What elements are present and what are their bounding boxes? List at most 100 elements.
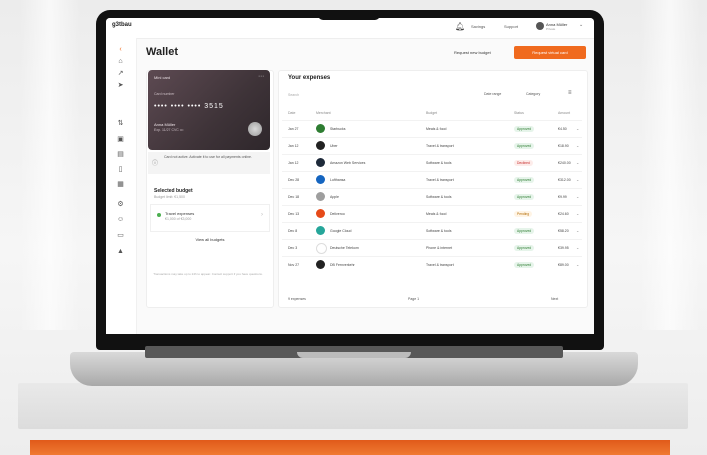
nav-link-support[interactable]: Support	[504, 24, 518, 29]
status-badge: Approved	[514, 228, 535, 234]
view-all-budgets-link[interactable]: View all budgets	[170, 237, 250, 242]
chevron-down-icon[interactable]: ⌄	[576, 211, 579, 216]
budget-section-subtitle: Budget limit: €1,500	[154, 195, 185, 199]
avatar[interactable]	[536, 22, 544, 30]
chevron-down-icon[interactable]: ⌄	[576, 262, 579, 267]
pedestal-accent-strip	[30, 440, 670, 455]
merchant-logo-icon	[316, 124, 325, 133]
merchant-logo-icon	[316, 260, 325, 269]
chevron-down-icon[interactable]: ⌄	[579, 22, 583, 28]
send-icon[interactable]: ➤	[117, 82, 124, 89]
row-budget: Travel & transport	[426, 144, 454, 148]
status-badge: Approved	[514, 245, 535, 251]
settings-icon[interactable]: ⚙	[117, 201, 124, 208]
status-badge: Pending	[514, 211, 533, 217]
bell-icon[interactable]: 🔔︎	[455, 22, 465, 31]
bank-icon[interactable]: ▲	[117, 248, 124, 255]
row-amount: €18.90	[558, 144, 569, 148]
arrows-icon[interactable]: ⇅	[117, 120, 124, 127]
budget-section-title: Selected budget	[154, 188, 193, 194]
chevron-down-icon[interactable]: ⌄	[576, 177, 579, 182]
budget-status-dot	[157, 213, 161, 217]
category-filter[interactable]: Category	[526, 92, 540, 96]
card-number-label: Card number	[154, 92, 175, 96]
column-header-date[interactable]: Date	[288, 111, 295, 115]
chevron-down-icon[interactable]: ⌄	[576, 245, 579, 250]
row-amount: €89.00	[558, 263, 569, 267]
chevron-down-icon[interactable]: ⌄	[576, 228, 579, 233]
filter-icon[interactable]: ≡	[568, 90, 572, 96]
table-row[interactable]: Dec 13 Deliveroo Meals & food Pending €24.60…	[282, 205, 582, 223]
card-info-text: Card not active. Activate it to use for …	[164, 155, 252, 159]
table-row[interactable]: Jan 27 Starbucks Meals & food Approved €4.50…	[282, 120, 582, 138]
row-amount: €9.99	[558, 195, 567, 199]
row-merchant: Lufthansa	[330, 178, 346, 182]
app-logo[interactable]: g3tbau	[112, 22, 132, 28]
merchant-logo-icon	[316, 175, 325, 184]
column-header-status[interactable]: Status	[514, 111, 524, 115]
footer-note: Transactions may take up to 24h to appea…	[153, 272, 263, 276]
document-icon[interactable]: ▯	[117, 166, 124, 173]
card-number: •••• •••• •••• 3515	[154, 103, 224, 110]
chevron-right-icon: ›	[261, 212, 263, 218]
row-amount: €24.60	[558, 212, 569, 216]
camera-notch	[318, 10, 380, 20]
budget-item[interactable]: Travel expenses €1,000 of €3,000 ›	[150, 204, 270, 232]
card-icon[interactable]: ▤	[117, 151, 124, 158]
user-account-type: Private	[546, 27, 556, 31]
search-input[interactable]: Search	[288, 91, 328, 99]
chevron-down-icon[interactable]: ⌄	[576, 194, 579, 199]
wallet-icon[interactable]: ▣	[117, 136, 124, 143]
row-date: Dec 13	[288, 212, 300, 216]
home-icon[interactable]: ⌂	[117, 58, 124, 65]
status-badge: Approved	[514, 194, 535, 200]
pedestal	[18, 383, 688, 429]
pagination[interactable]: Page 1	[408, 297, 419, 301]
row-merchant: Apple	[330, 195, 339, 199]
more-icon[interactable]: ⋯	[258, 73, 264, 80]
chart-icon[interactable]: ↗	[117, 70, 124, 77]
request-budget-button[interactable]: Request new budget	[450, 48, 495, 58]
merchant-logo-icon	[316, 226, 325, 235]
sidebar-collapse-icon[interactable]: ‹	[117, 46, 124, 53]
row-budget: Travel & transport	[426, 178, 454, 182]
background-slat	[20, 0, 80, 330]
request-card-button[interactable]: Request virtual card	[514, 46, 586, 59]
row-budget: Meals & food	[426, 127, 447, 131]
row-merchant: Deutsche Telekom	[330, 246, 359, 250]
column-header-amount[interactable]: Amount	[558, 111, 570, 115]
next-page-button[interactable]: Next	[551, 297, 558, 301]
status-badge: Approved	[514, 177, 535, 183]
table-row[interactable]: Dec 28 Lufthansa Travel & transport Approve…	[282, 171, 582, 189]
table-row[interactable]: Jan 12 Uber Travel & transport Approved €18.…	[282, 137, 582, 155]
budget-item-amount: €1,000 of €3,000	[165, 217, 192, 221]
chevron-down-icon[interactable]: ⌄	[576, 160, 579, 165]
row-budget: Software & tools	[426, 195, 452, 199]
table-row[interactable]: Jan 12 Amazon Web Services Software & tool…	[282, 154, 582, 172]
merchant-logo-icon	[316, 158, 325, 167]
table-row[interactable]: Nov 27 DB Fernverkehr Travel & transport Ap…	[282, 256, 582, 274]
card-info-box: ⓘ Card not active. Activate it to use fo…	[148, 152, 270, 174]
table-row[interactable]: Dec 3 Deutsche Telekom Phone & internet App…	[282, 239, 582, 257]
page-title: Wallet	[146, 46, 178, 58]
merchant-logo-icon	[316, 243, 327, 254]
column-header-budget[interactable]: Budget	[426, 111, 437, 115]
card-label: Mini card	[154, 75, 171, 80]
chevron-down-icon[interactable]: ⌄	[576, 143, 579, 148]
calendar-icon[interactable]: ▦	[117, 181, 124, 188]
table-row[interactable]: Dec 8 Google Cloud Software & tools Approve…	[282, 222, 582, 240]
row-merchant: Deliveroo	[330, 212, 345, 216]
row-date: Jan 12	[288, 161, 299, 165]
row-amount: €312.00	[558, 178, 571, 182]
date-range-filter[interactable]: Date range	[484, 92, 501, 96]
column-header-merchant[interactable]: Merchant	[316, 111, 331, 115]
inbox-icon[interactable]: ▭	[117, 232, 124, 239]
info-icon: ⓘ	[152, 161, 159, 167]
table-row[interactable]: Dec 18 Apple Software & tools Approved €9.99…	[282, 188, 582, 206]
status-badge: Approved	[514, 143, 535, 149]
merchant-logo-icon	[316, 141, 325, 150]
virtual-card[interactable]: Mini card ⋯ Card number •••• •••• •••• 3…	[148, 70, 270, 150]
nav-link-savings[interactable]: Savings	[471, 24, 485, 29]
users-icon[interactable]: ☺	[117, 216, 124, 223]
chevron-down-icon[interactable]: ⌄	[576, 126, 579, 131]
